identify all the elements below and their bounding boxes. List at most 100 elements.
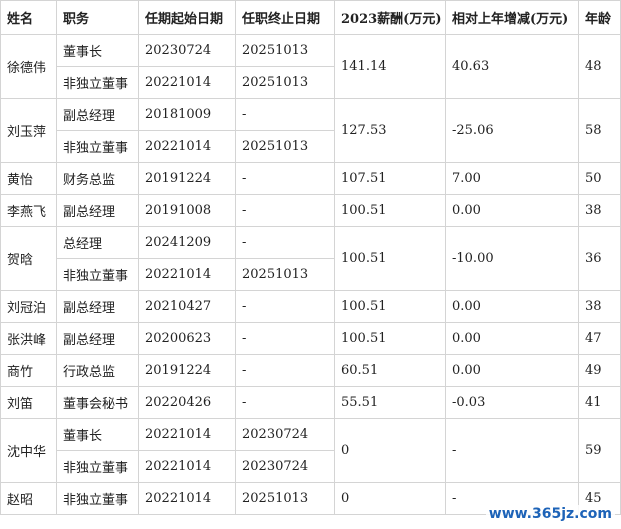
term-end-cell: 20251013 bbox=[235, 258, 335, 291]
header-salary: 2023薪酬(万元) bbox=[334, 0, 446, 35]
table-row: 刘冠泊 副总经理 20210427 - 100.51 0.00 38 bbox=[0, 290, 621, 323]
change-cell: - bbox=[445, 418, 579, 483]
salary-cell: 127.53 bbox=[334, 98, 446, 163]
table-row: 刘笛 董事会秘书 20220426 - 55.51 -0.03 41 bbox=[0, 386, 621, 419]
position-cell: 非独立董事 bbox=[56, 258, 139, 291]
person-name: 刘笛 bbox=[0, 386, 57, 419]
term-end-cell: 20251013 bbox=[235, 130, 335, 163]
salary-cell: 60.51 bbox=[334, 354, 446, 387]
salary-cell: 100.51 bbox=[334, 290, 446, 323]
age-cell: 48 bbox=[578, 34, 621, 99]
term-start-cell: 20230724 bbox=[138, 34, 236, 67]
salary-cell: 55.51 bbox=[334, 386, 446, 419]
term-end-cell: - bbox=[235, 98, 335, 131]
term-end-cell: 20251013 bbox=[235, 482, 335, 515]
change-cell: 7.00 bbox=[445, 162, 579, 195]
age-cell: 58 bbox=[578, 98, 621, 163]
header-term-end: 任职终止日期 bbox=[235, 0, 335, 35]
term-end-cell: - bbox=[235, 354, 335, 387]
position-cell: 副总经理 bbox=[56, 322, 139, 355]
term-start-cell: 20191224 bbox=[138, 354, 236, 387]
salary-cell: 100.51 bbox=[334, 322, 446, 355]
person-name: 刘冠泊 bbox=[0, 290, 57, 323]
age-cell: 47 bbox=[578, 322, 621, 355]
site-watermark: www.365jz.com bbox=[485, 505, 615, 523]
age-cell: 49 bbox=[578, 354, 621, 387]
term-end-cell: - bbox=[235, 194, 335, 227]
change-cell: -25.06 bbox=[445, 98, 579, 163]
term-start-cell: 20200623 bbox=[138, 322, 236, 355]
term-start-cell: 20221014 bbox=[138, 258, 236, 291]
header-position: 职务 bbox=[56, 0, 139, 35]
salary-cell: 100.51 bbox=[334, 194, 446, 227]
header-name: 姓名 bbox=[0, 0, 57, 35]
position-cell: 非独立董事 bbox=[56, 450, 139, 483]
age-cell: 50 bbox=[578, 162, 621, 195]
header-row: 姓名 职务 任期起始日期 任职终止日期 2023薪酬(万元) 相对上年增减(万元… bbox=[0, 0, 621, 35]
table-row: 张洪峰 副总经理 20200623 - 100.51 0.00 47 bbox=[0, 322, 621, 355]
term-start-cell: 20220426 bbox=[138, 386, 236, 419]
salary-cell: 0 bbox=[334, 418, 446, 483]
person-name: 赵昭 bbox=[0, 482, 57, 515]
term-end-cell: - bbox=[235, 226, 335, 259]
person-name: 李燕飞 bbox=[0, 194, 57, 227]
person-name: 贺晗 bbox=[0, 226, 57, 291]
position-cell: 总经理 bbox=[56, 226, 139, 259]
term-end-cell: - bbox=[235, 290, 335, 323]
term-end-cell: - bbox=[235, 162, 335, 195]
change-cell: 0.00 bbox=[445, 322, 579, 355]
header-term-start: 任期起始日期 bbox=[138, 0, 236, 35]
term-start-cell: 20221014 bbox=[138, 66, 236, 99]
age-cell: 38 bbox=[578, 290, 621, 323]
change-cell: -0.03 bbox=[445, 386, 579, 419]
table-row: 徐德伟 董事长 20230724 20251013 141.14 40.63 4… bbox=[0, 34, 621, 99]
position-cell: 非独立董事 bbox=[56, 130, 139, 163]
age-cell: 36 bbox=[578, 226, 621, 291]
change-cell: 40.63 bbox=[445, 34, 579, 99]
age-cell: 41 bbox=[578, 386, 621, 419]
table-row: 黄怡 财务总监 20191224 - 107.51 7.00 50 bbox=[0, 162, 621, 195]
term-start-cell: 20241209 bbox=[138, 226, 236, 259]
person-name: 刘玉萍 bbox=[0, 98, 57, 163]
age-cell: 59 bbox=[578, 418, 621, 483]
term-end-cell: - bbox=[235, 386, 335, 419]
term-start-cell: 20221014 bbox=[138, 450, 236, 483]
salary-cell: 100.51 bbox=[334, 226, 446, 291]
position-cell: 非独立董事 bbox=[56, 482, 139, 515]
term-end-cell: 20230724 bbox=[235, 418, 335, 451]
position-cell: 董事长 bbox=[56, 418, 139, 451]
header-change: 相对上年增减(万元) bbox=[445, 0, 579, 35]
term-start-cell: 20221014 bbox=[138, 418, 236, 451]
table-row: 李燕飞 副总经理 20191008 - 100.51 0.00 38 bbox=[0, 194, 621, 227]
position-cell: 董事长 bbox=[56, 34, 139, 67]
salary-cell: 0 bbox=[334, 482, 446, 515]
executive-compensation-table: 姓名 职务 任期起始日期 任职终止日期 2023薪酬(万元) 相对上年增减(万元… bbox=[0, 0, 621, 515]
position-cell: 副总经理 bbox=[56, 194, 139, 227]
term-end-cell: 20251013 bbox=[235, 34, 335, 67]
header-age: 年龄 bbox=[578, 0, 621, 35]
term-start-cell: 20191008 bbox=[138, 194, 236, 227]
person-name: 张洪峰 bbox=[0, 322, 57, 355]
salary-cell: 141.14 bbox=[334, 34, 446, 99]
change-cell: 0.00 bbox=[445, 290, 579, 323]
table-row: 贺晗 总经理 20241209 - 100.51 -10.00 36 bbox=[0, 226, 621, 291]
position-cell: 行政总监 bbox=[56, 354, 139, 387]
age-cell: 38 bbox=[578, 194, 621, 227]
person-name: 商竹 bbox=[0, 354, 57, 387]
person-name: 徐德伟 bbox=[0, 34, 57, 99]
table-row: 商竹 行政总监 20191224 - 60.51 0.00 49 bbox=[0, 354, 621, 387]
position-cell: 董事会秘书 bbox=[56, 386, 139, 419]
table-row: 沈中华 董事长 20221014 20230724 0 - 59 bbox=[0, 418, 621, 483]
position-cell: 副总经理 bbox=[56, 290, 139, 323]
term-start-cell: 20221014 bbox=[138, 130, 236, 163]
term-end-cell: - bbox=[235, 322, 335, 355]
term-end-cell: 20230724 bbox=[235, 450, 335, 483]
position-cell: 财务总监 bbox=[56, 162, 139, 195]
term-start-cell: 20191224 bbox=[138, 162, 236, 195]
position-cell: 非独立董事 bbox=[56, 66, 139, 99]
change-cell: -10.00 bbox=[445, 226, 579, 291]
change-cell: 0.00 bbox=[445, 194, 579, 227]
person-name: 沈中华 bbox=[0, 418, 57, 483]
table-row: 刘玉萍 副总经理 20181009 - 127.53 -25.06 58 bbox=[0, 98, 621, 163]
term-start-cell: 20210427 bbox=[138, 290, 236, 323]
